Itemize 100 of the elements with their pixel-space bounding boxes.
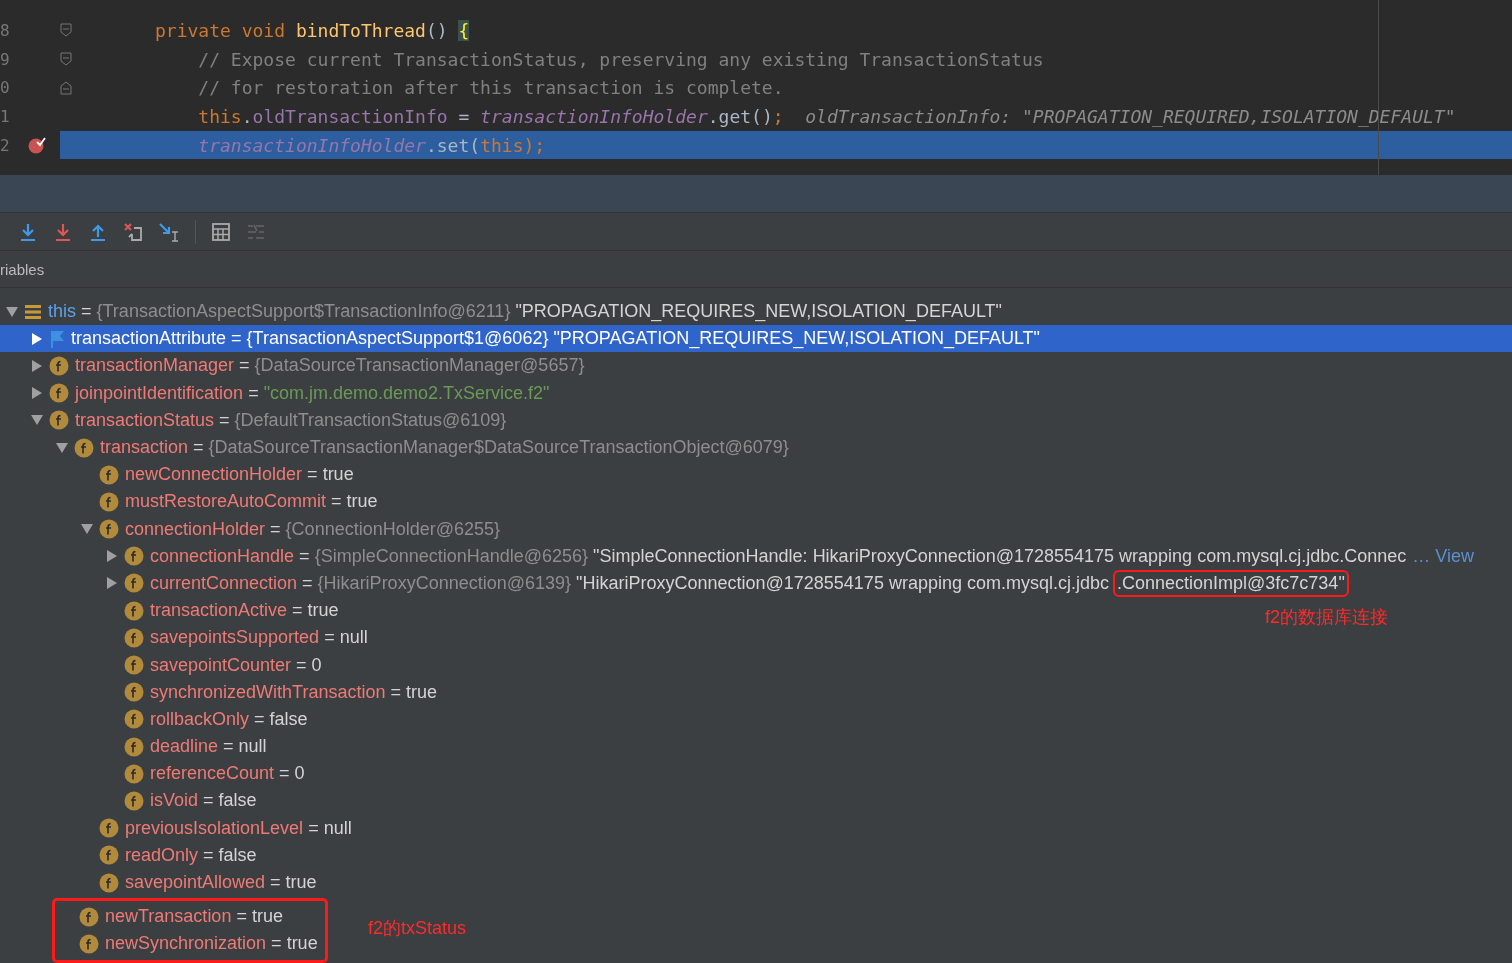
breakpoint-icon[interactable]: [28, 136, 46, 155]
expanded-triangle-icon[interactable]: [81, 523, 93, 536]
run-to-cursor-icon[interactable]: [158, 221, 180, 242]
variable-row[interactable]: deadline = null: [0, 733, 277, 761]
variable-entry: joinpointIdentification = "com.jm.demo.demo2.TxService.f2": [75, 382, 551, 404]
expanded-triangle-icon[interactable]: [56, 441, 68, 454]
variable-entry: synchronizedWithTransaction = true: [150, 681, 438, 703]
variable-row[interactable]: connectionHolder = {ConnectionHolder@6255}: [0, 515, 511, 543]
field-icon: [124, 763, 144, 784]
field-icon: [99, 818, 119, 839]
variable-entry: savepointAllowed = true: [125, 872, 318, 894]
code-text: // for restoration after this transaction is complete.: [197, 77, 784, 99]
field-icon: [124, 736, 144, 757]
variable-entry: newTransaction = true: [105, 906, 284, 928]
field-icon: [124, 600, 144, 621]
flag-icon: [49, 329, 65, 348]
variable-entry: readOnly = false: [125, 844, 258, 866]
variable-row[interactable]: referenceCount = 0: [0, 760, 315, 788]
field-icon: [124, 790, 144, 811]
collapsed-triangle-icon[interactable]: [31, 332, 43, 345]
variable-entry: savepointCounter = 0: [150, 654, 323, 676]
variable-row[interactable]: this = {TransactionAspectSupport$TransactionInfo@6211} "PROPAGATION_REQUIRES_NEW,ISOLATION_DEFAULT": [0, 298, 1012, 326]
variable-entry: connectionHolder = {ConnectionHolder@6255}: [125, 518, 502, 540]
variable-entry: mustRestoreAutoCommit = true: [125, 491, 379, 513]
fold-icon[interactable]: [60, 80, 72, 95]
field-icon: [99, 872, 119, 893]
step-over-icon[interactable]: [18, 221, 38, 242]
collapsed-triangle-icon[interactable]: [106, 577, 118, 590]
variable-entry: newConnectionHolder = true: [125, 464, 355, 486]
variable-row[interactable]: transactionManager = {DataSourceTransactionManager@5657}: [0, 352, 595, 380]
variable-entry: transactionManager = {DataSourceTransactionManager@5657}: [75, 355, 586, 377]
variable-entry: savepointsSupported = null: [150, 627, 369, 649]
variable-row[interactable]: newTransaction = true: [55, 903, 293, 931]
variable-row[interactable]: joinpointIdentification = "com.jm.demo.demo2.TxService.f2": [0, 379, 560, 407]
variable-entry: transaction = {DataSourceTransactionManager$DataSourceTransactionObject@6079}: [100, 437, 790, 459]
variable-entry: rollbackOnly = false: [150, 708, 309, 730]
variable-row[interactable]: transactionAttribute = {TransactionAspectSupport$1@6062} "PROPAGATION_REQUIRES_NEW,ISOLATION_DEFAULT": [0, 325, 1512, 353]
field-icon: [79, 933, 99, 954]
field-icon: [124, 627, 144, 648]
collapsed-triangle-icon[interactable]: [106, 550, 118, 563]
panel-title: riables: [0, 260, 45, 278]
field-icon: [124, 655, 144, 676]
collapsed-triangle-icon[interactable]: [31, 387, 43, 400]
field-icon: [99, 491, 119, 512]
variable-row[interactable]: transactionActive = true: [0, 597, 349, 625]
annotation-note: f2的txStatus: [368, 917, 467, 941]
variable-row[interactable]: mustRestoreAutoCommit = true: [0, 488, 388, 516]
variable-row[interactable]: isVoid = false: [0, 787, 267, 815]
variable-entry: previousIsolationLevel = null: [125, 817, 353, 839]
code-text: this.oldTransactionInfo = transactionInfoHolder.get(); oldTransactionInfo: "PROPAGATION_REQUIRED,ISOLATION_DEFAULT": [197, 105, 1456, 127]
expanded-triangle-icon[interactable]: [31, 414, 43, 427]
variable-entry: transactionStatus = {DefaultTransactionStatus@6109}: [75, 409, 508, 431]
field-icon: [79, 906, 99, 927]
field-icon: [99, 464, 119, 485]
variable-row[interactable]: connectionHandle = {SimpleConnectionHandle@6256} "SimpleConnectionHandle: HikariProxyConnection@1728554175 wrapping com.mysql.cj.jdbc.Connec … View: [0, 542, 1480, 570]
variable-entry: newSynchronization = true: [105, 933, 319, 955]
step-into-icon[interactable]: [53, 221, 73, 242]
variable-entry: this = {TransactionAspectSupport$TransactionInfo@6211} "PROPAGATION_REQUIRES_NEW,ISOLATION_DEFAULT": [48, 301, 1003, 323]
stack-icon: [24, 303, 42, 320]
drop-frame-icon[interactable]: [123, 221, 143, 242]
variable-entry: connectionHandle = {SimpleConnectionHandle@6256} "SimpleConnectionHandle: HikariProxyConnection@1728554175 wrapping com.mysql.cj.jdbc.Connec: [150, 545, 1408, 567]
variable-row[interactable]: currentConnection = {HikariProxyConnection@6139} "HikariProxyConnection@1728554175 wrapping com.mysql.cj.jdbc .ConnectionImpl@3fc7c734": [0, 569, 1355, 598]
variable-row[interactable]: synchronizedWithTransaction = true: [0, 678, 447, 706]
variable-row[interactable]: transaction = {DataSourceTransactionManager$DataSourceTransactionObject@6079}: [0, 433, 799, 462]
variable-entry: transactionActive = true: [150, 600, 340, 622]
field-icon: [99, 519, 119, 540]
line-number: 8: [0, 20, 11, 40]
field-icon: [124, 682, 144, 703]
variable-row[interactable]: rollbackOnly = false: [0, 705, 318, 733]
annotation-highlight: .ConnectionImpl@3fc7c734": [1113, 569, 1349, 597]
fold-icon[interactable]: [60, 52, 72, 67]
variable-entry: referenceCount = 0: [150, 763, 306, 785]
line-number: 2: [0, 135, 11, 155]
code-text: transactionInfoHolder.set(this);: [197, 134, 546, 156]
field-icon: [99, 845, 119, 866]
variable-row[interactable]: transactionStatus = {DefaultTransactionStatus@6109}: [0, 406, 517, 434]
variable-entry: currentConnection = {HikariProxyConnection@6139} "HikariProxyConnection@1728554175 wrapping com.mysql.cj.jdbc: [150, 572, 1110, 594]
line-number: 0: [0, 78, 11, 98]
collapsed-triangle-icon[interactable]: [31, 359, 43, 372]
variable-entry: deadline = null: [150, 736, 268, 758]
code-text: // Expose current TransactionStatus, preserving any existing TransactionStatus: [197, 48, 1044, 70]
expanded-triangle-icon[interactable]: [6, 305, 18, 318]
field-icon: [124, 573, 144, 594]
variable-row[interactable]: previousIsolationLevel = null: [0, 814, 362, 842]
field-icon: [124, 546, 144, 567]
line-number: 9: [0, 49, 11, 69]
variable-row[interactable]: newSynchronization = true: [55, 930, 328, 958]
field-icon: [124, 709, 144, 730]
variable-row[interactable]: savepointAllowed = true: [0, 868, 327, 897]
field-icon: [49, 355, 69, 376]
annotation-note: f2的数据库连接: [1265, 606, 1388, 630]
line-number: 1: [0, 106, 11, 126]
variable-row[interactable]: savepointsSupported = null: [0, 624, 378, 652]
variable-row[interactable]: newConnectionHolder = true: [0, 461, 364, 489]
calculator-icon[interactable]: [211, 221, 231, 242]
variable-row[interactable]: readOnly = false: [0, 841, 267, 869]
field-icon: [49, 383, 69, 404]
fold-icon[interactable]: [60, 23, 72, 38]
variable-row[interactable]: savepointCounter = 0: [0, 651, 332, 679]
variable-entry: isVoid = false: [150, 790, 258, 812]
